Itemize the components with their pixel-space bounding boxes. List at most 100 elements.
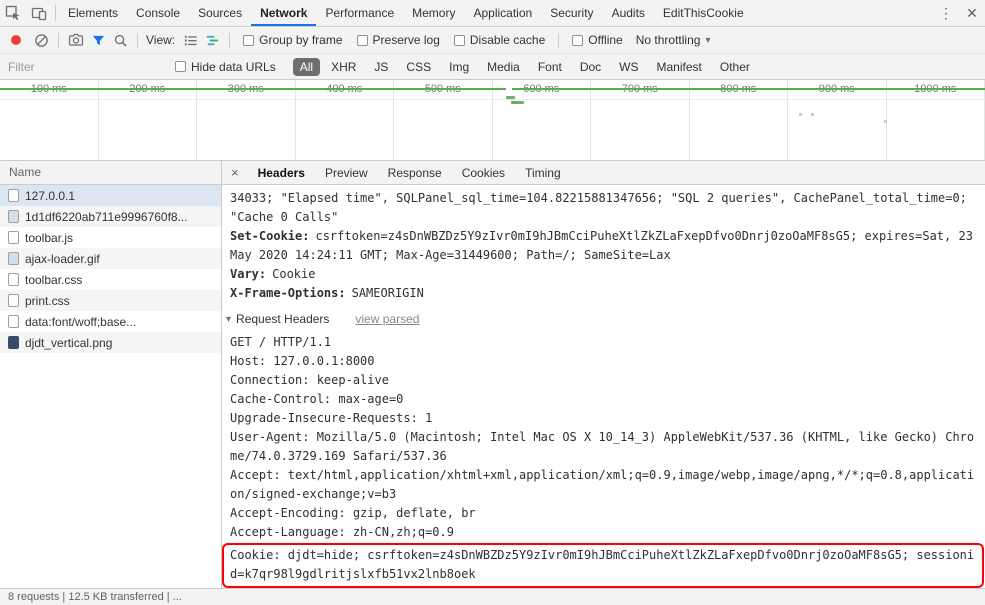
filter-funnel-icon[interactable] — [87, 29, 109, 51]
tab-timing[interactable]: Timing — [515, 161, 571, 184]
name-column-header[interactable]: Name — [0, 161, 221, 185]
filter-pill-img[interactable]: Img — [442, 58, 476, 76]
tab-audits[interactable]: Audits — [603, 0, 654, 26]
filter-input[interactable] — [8, 59, 168, 74]
filter-pill-other[interactable]: Other — [713, 58, 757, 76]
image-icon — [8, 252, 19, 265]
record-button[interactable] — [11, 35, 21, 45]
request-row-djdt-vertical-png[interactable]: djdt_vertical.png — [0, 332, 221, 353]
tab-preview[interactable]: Preview — [315, 161, 378, 184]
main-tab-bar: Elements Console Sources Network Perform… — [0, 0, 985, 27]
list-view-icon[interactable] — [179, 29, 201, 51]
request-name: data:font/woff;base... — [25, 314, 137, 329]
search-icon[interactable] — [109, 29, 131, 51]
throttling-dropdown[interactable]: No throttling ▾ — [636, 33, 711, 47]
checkbox-box — [572, 34, 584, 46]
disclosure-triangle-icon[interactable]: ▾ — [226, 310, 231, 329]
request-row-127-0-0-1[interactable]: 127.0.0.1 — [0, 185, 221, 206]
waterfall-mark — [811, 113, 814, 116]
checkbox-label: Group by frame — [259, 33, 343, 47]
response-header-x-frame-options: X-Frame-Options: SAMEORIGIN — [230, 284, 977, 303]
raw-header-line: Upgrade-Insecure-Requests: 1 — [230, 411, 433, 425]
screenshot-camera-icon[interactable] — [65, 29, 87, 51]
tab-elements[interactable]: Elements — [59, 0, 127, 26]
headers-content[interactable]: 34033; "Elapsed time", SQLPanel_sql_time… — [222, 185, 985, 588]
disable-cache-checkbox[interactable]: Disable cache — [453, 33, 545, 47]
tab-console[interactable]: Console — [127, 0, 189, 26]
close-details-icon[interactable]: × — [222, 165, 248, 180]
timeline-tick: 700 ms — [591, 80, 690, 160]
kebab-menu-icon[interactable]: ⋮ — [933, 0, 959, 26]
filter-pill-all[interactable]: All — [292, 57, 321, 76]
header-name: Vary: — [230, 267, 267, 281]
tab-editthiscookie[interactable]: EditThisCookie — [654, 0, 753, 26]
checkbox-box — [356, 34, 368, 46]
header-value: Cookie — [272, 267, 316, 281]
request-row-print-css[interactable]: print.css — [0, 290, 221, 311]
raw-header-line: Accept-Language: zh-CN,zh;q=0.9 — [230, 525, 454, 539]
divider — [137, 32, 138, 48]
group-by-frame-checkbox[interactable]: Group by frame — [243, 33, 343, 47]
timeline-tick: 400 ms — [296, 80, 394, 160]
view-parsed-link[interactable]: view parsed — [355, 310, 419, 329]
request-row-data-font-woff[interactable]: data:font/woff;base... — [0, 311, 221, 332]
filter-pill-css[interactable]: CSS — [399, 58, 438, 76]
waterfall-mark — [884, 120, 887, 123]
tab-memory[interactable]: Memory — [403, 0, 464, 26]
offline-checkbox[interactable]: Offline — [572, 33, 623, 47]
checkbox-box — [453, 34, 465, 46]
filter-pill-media[interactable]: Media — [480, 58, 527, 76]
filter-pill-xhr[interactable]: XHR — [324, 58, 363, 76]
tab-cookies[interactable]: Cookies — [452, 161, 515, 184]
view-label: View: — [146, 33, 176, 47]
request-row-ajax-loader-gif[interactable]: ajax-loader.gif — [0, 248, 221, 269]
request-details-panel: × Headers Preview Response Cookies Timin… — [222, 161, 985, 588]
timeline-green-line — [0, 88, 506, 90]
request-name: 127.0.0.1 — [25, 188, 76, 203]
filter-pill-doc[interactable]: Doc — [573, 58, 608, 76]
tab-performance[interactable]: Performance — [316, 0, 403, 26]
filter-pill-manifest[interactable]: Manifest — [650, 58, 709, 76]
throttling-value: No throttling — [635, 33, 701, 47]
tab-network[interactable]: Network — [251, 0, 316, 26]
tab-headers[interactable]: Headers — [248, 161, 315, 184]
tab-sources[interactable]: Sources — [189, 0, 251, 26]
device-toolbar-icon[interactable] — [26, 0, 52, 26]
devtools-window: Elements Console Sources Network Perform… — [0, 0, 985, 605]
filter-pill-ws[interactable]: WS — [612, 58, 645, 76]
raw-header-line: Host: 127.0.0.1:8000 — [230, 354, 375, 368]
details-tab-bar: × Headers Preview Response Cookies Timin… — [222, 161, 985, 185]
stylesheet-icon — [8, 294, 19, 307]
tab-security[interactable]: Security — [541, 0, 602, 26]
status-bar: 8 requests | 12.5 KB transferred | ... — [0, 588, 985, 605]
response-header-vary: Vary: Cookie — [230, 265, 977, 284]
tab-application[interactable]: Application — [464, 0, 541, 26]
preserve-log-checkbox[interactable]: Preserve log — [356, 33, 440, 47]
request-row-toolbar-css[interactable]: toolbar.css — [0, 269, 221, 290]
panel-tabs: Elements Console Sources Network Perform… — [59, 0, 753, 26]
hide-data-urls-checkbox[interactable]: Hide data URLs — [175, 60, 276, 74]
request-name: toolbar.css — [25, 272, 83, 287]
tab-response[interactable]: Response — [378, 161, 452, 184]
stylesheet-icon — [8, 273, 19, 286]
divider — [558, 32, 560, 48]
clear-icon[interactable] — [30, 29, 52, 51]
inspect-element-icon[interactable] — [0, 0, 26, 26]
filter-pill-js[interactable]: JS — [367, 58, 395, 76]
timeline-green-line — [512, 88, 985, 90]
network-overview[interactable]: 100 ms 200 ms 300 ms 400 ms 500 ms 600 m… — [0, 80, 985, 161]
waterfall-view-icon[interactable] — [201, 29, 223, 51]
close-devtools-icon[interactable]: ✕ — [959, 0, 985, 26]
request-row-toolbar-js[interactable]: toolbar.js — [0, 227, 221, 248]
checkbox-box — [243, 34, 255, 46]
header-name: Set-Cookie: — [230, 229, 310, 243]
filter-pill-font[interactable]: Font — [531, 58, 569, 76]
timeline-label-divider — [0, 99, 985, 100]
header-name: X-Frame-Options: — [230, 286, 346, 300]
filter-bar: Hide data URLs All XHR JS CSS Img Media … — [0, 54, 985, 80]
request-row-1d1df6220[interactable]: 1d1df6220ab711e9996760f8... — [0, 206, 221, 227]
raw-header-line: User-Agent: Mozilla/5.0 (Macintosh; Inte… — [230, 430, 975, 463]
timeline-tick: 200 ms — [99, 80, 197, 160]
timeline-tick: 800 ms — [690, 80, 788, 160]
script-icon — [8, 231, 19, 244]
